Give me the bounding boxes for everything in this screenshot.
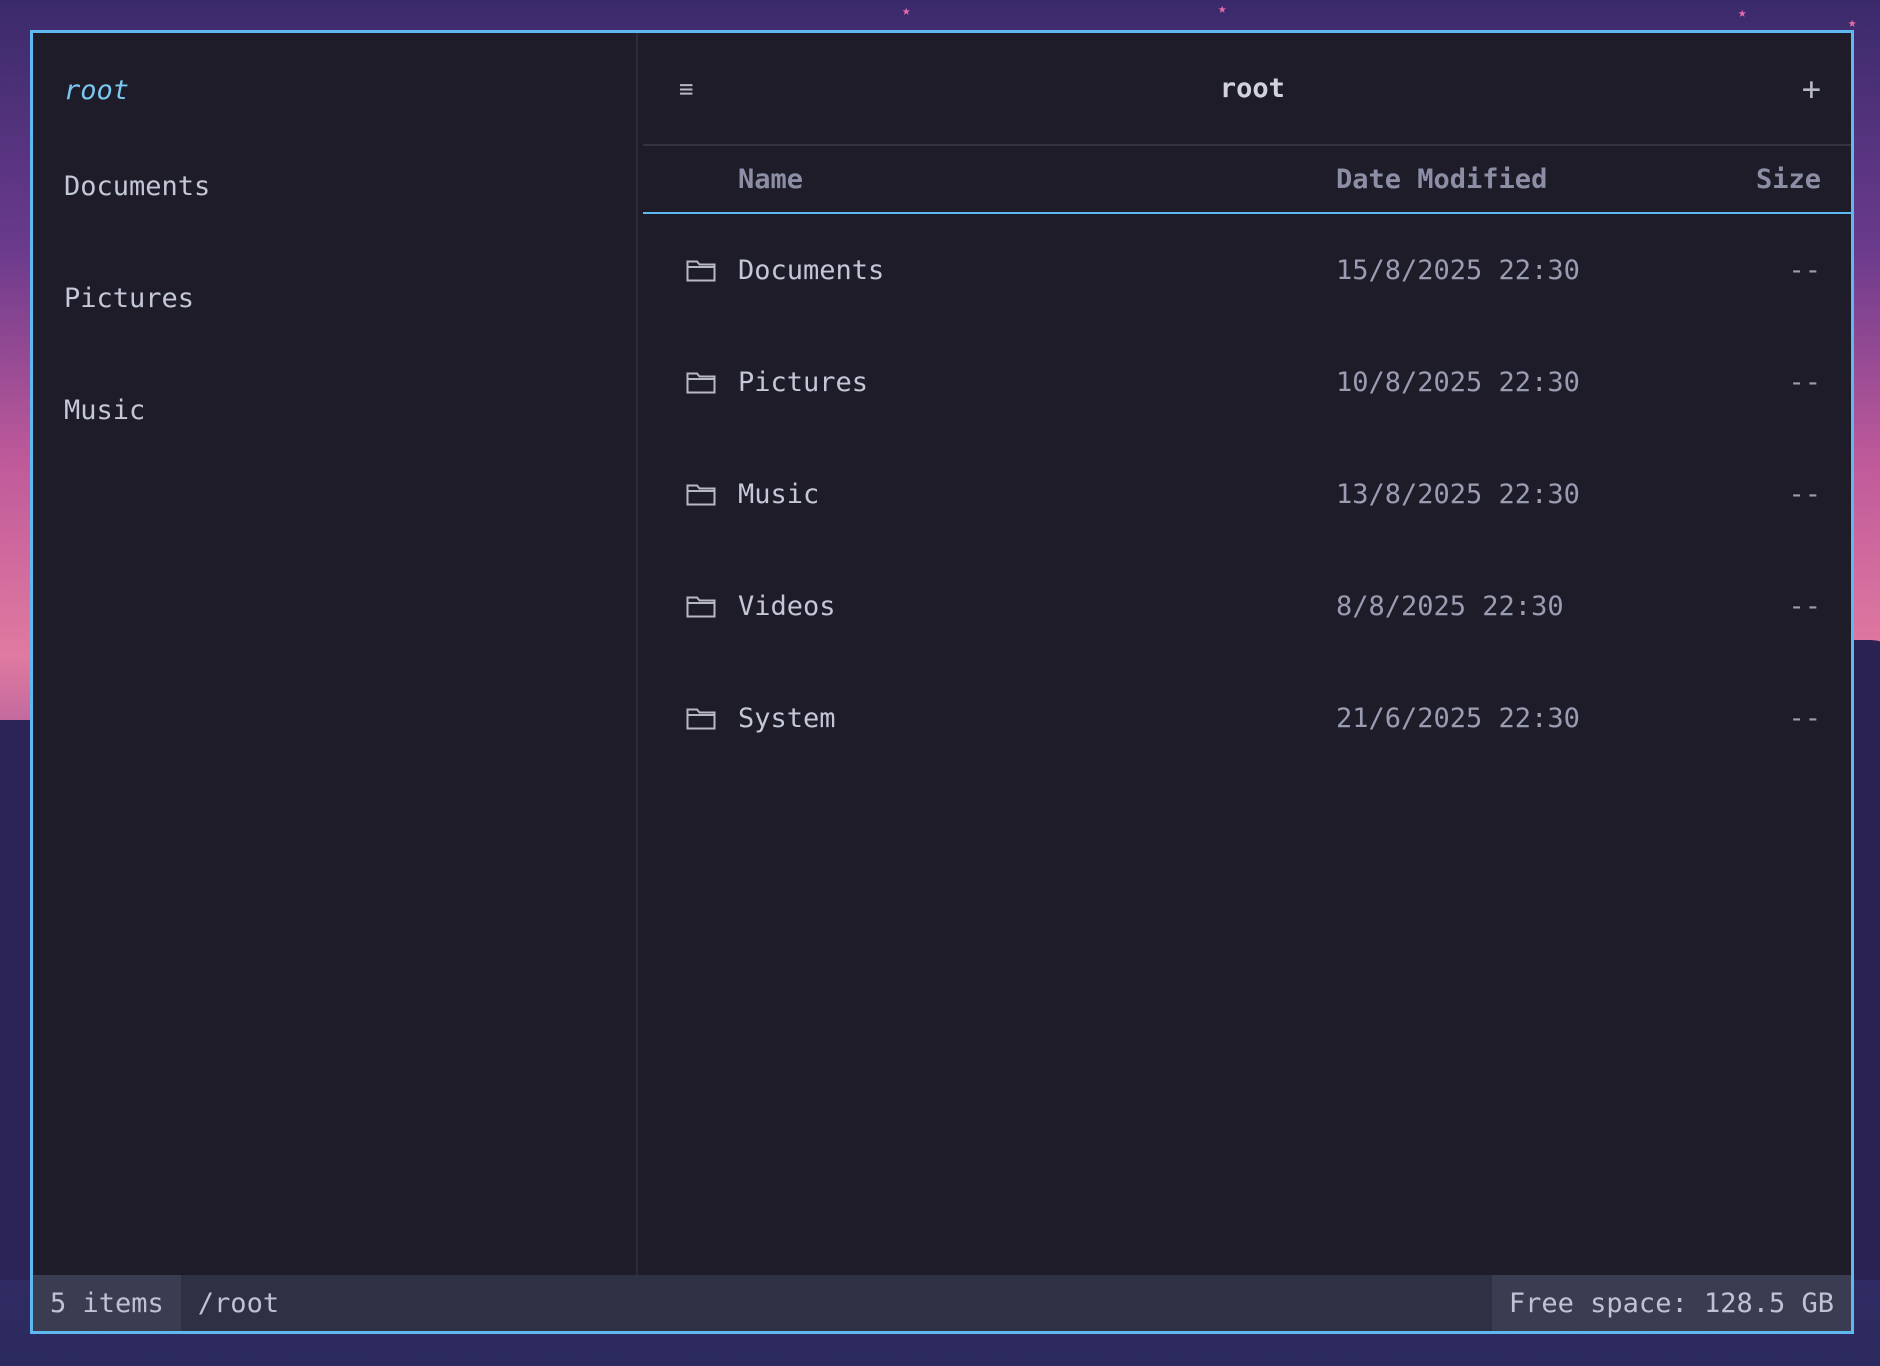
column-header-date-modified[interactable]: Date Modified xyxy=(1336,164,1701,195)
sidebar-title[interactable]: root xyxy=(33,75,636,171)
item-count: 5 items xyxy=(33,1275,181,1331)
file-size: -- xyxy=(1788,702,1821,734)
file-name: Videos xyxy=(738,590,836,622)
file-size: -- xyxy=(1788,366,1821,398)
star-decoration: ★ xyxy=(1848,15,1857,31)
star-decoration: ★ xyxy=(1738,5,1747,21)
hamburger-menu-icon[interactable]: ≡ xyxy=(679,75,703,103)
star-decoration: ★ xyxy=(902,3,911,19)
table-row[interactable]: Music 13/8/2025 22:30 -- xyxy=(643,438,1851,550)
file-size: -- xyxy=(1788,478,1821,510)
table-row[interactable]: Pictures 10/8/2025 22:30 -- xyxy=(643,326,1851,438)
file-manager-window: root Documents Pictures Music ≡ root + N… xyxy=(30,30,1854,1334)
file-date-modified: 13/8/2025 22:30 xyxy=(1336,478,1580,510)
file-date-modified: 15/8/2025 22:30 xyxy=(1336,254,1580,286)
folder-icon xyxy=(643,482,738,506)
file-name: Documents xyxy=(738,254,885,286)
sidebar-item-pictures[interactable]: Pictures xyxy=(33,283,636,395)
file-date-modified: 8/8/2025 22:30 xyxy=(1336,590,1564,622)
current-path: /root xyxy=(180,1275,1492,1331)
table-row[interactable]: System 21/6/2025 22:30 -- xyxy=(643,662,1851,774)
column-header-size[interactable]: Size xyxy=(1701,164,1851,195)
file-date-modified: 10/8/2025 22:30 xyxy=(1336,366,1580,398)
file-name: Music xyxy=(738,478,820,510)
column-header-name[interactable]: Name xyxy=(738,164,1336,195)
file-name: Pictures xyxy=(738,366,869,398)
table-row[interactable]: Documents 15/8/2025 22:30 -- xyxy=(643,214,1851,326)
folder-icon xyxy=(643,370,738,394)
plus-icon[interactable]: + xyxy=(1802,70,1821,108)
main-area: root Documents Pictures Music ≡ root + N… xyxy=(33,33,1851,1275)
table-row[interactable]: Videos 8/8/2025 22:30 -- xyxy=(643,550,1851,662)
free-space: Free space: 128.5 GB xyxy=(1491,1275,1851,1331)
file-size: -- xyxy=(1788,254,1821,286)
file-name: System xyxy=(738,702,836,734)
sidebar-item-documents[interactable]: Documents xyxy=(33,171,636,283)
toolbar: ≡ root + xyxy=(643,33,1851,146)
status-bar: 5 items /root Free space: 128.5 GB xyxy=(33,1275,1851,1331)
sidebar-item-music[interactable]: Music xyxy=(33,395,636,507)
folder-icon xyxy=(643,706,738,730)
table-header: Name Date Modified Size xyxy=(643,146,1851,214)
folder-icon xyxy=(643,594,738,618)
folder-icon xyxy=(643,258,738,282)
sidebar: root Documents Pictures Music xyxy=(33,33,638,1275)
file-size: -- xyxy=(1788,590,1821,622)
file-date-modified: 21/6/2025 22:30 xyxy=(1336,702,1580,734)
file-list-panel: ≡ root + Name Date Modified Size Documen… xyxy=(638,33,1851,1275)
page-title: root xyxy=(1219,73,1285,104)
star-decoration: ★ xyxy=(1218,1,1227,17)
